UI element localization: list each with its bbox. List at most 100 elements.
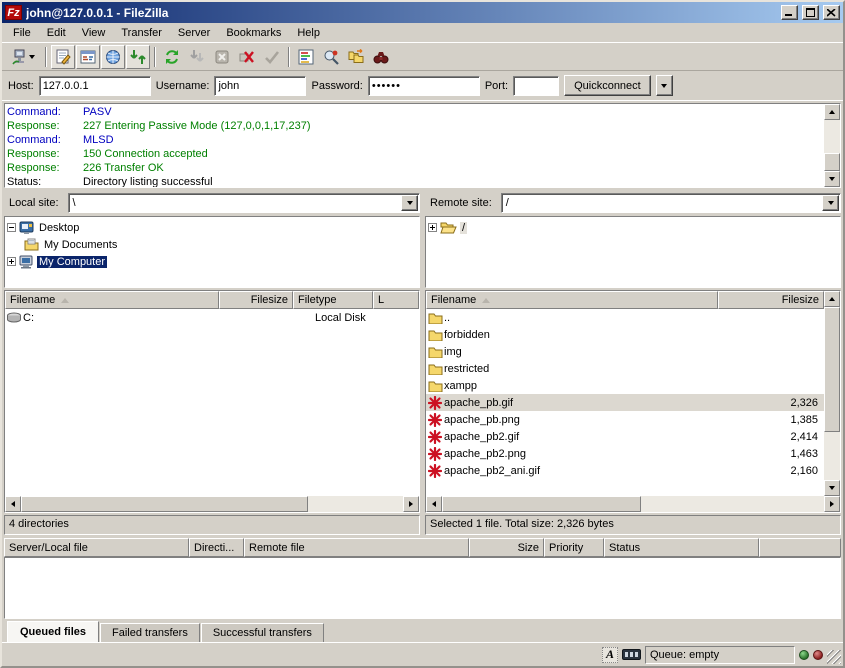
remote-column-filesize[interactable]: Filesize [718, 291, 824, 309]
expand-icon[interactable] [7, 257, 16, 266]
tree-label-my-documents[interactable]: My Documents [42, 239, 119, 251]
tab-successful-transfers[interactable]: Successful transfers [201, 623, 324, 642]
local-pane: Local site: \ Desktop My Documents [4, 192, 420, 535]
remote-list-body[interactable]: .. forbidden img [426, 309, 824, 496]
queue-column-direction[interactable]: Directi... [189, 538, 244, 557]
tree-label-desktop[interactable]: Desktop [37, 222, 81, 234]
tree-item-my-documents[interactable]: My Documents [7, 236, 417, 253]
tree-item-my-computer[interactable]: My Computer [7, 253, 417, 270]
scrollbar-thumb[interactable] [21, 496, 308, 512]
remote-row-apache-pb2-ani-gif[interactable]: apache_pb2_ani.gif 2,160 [426, 462, 824, 479]
scrollbar-thumb[interactable] [824, 307, 840, 432]
maximize-button[interactable] [802, 5, 819, 20]
close-button[interactable] [823, 5, 840, 20]
menu-server[interactable]: Server [171, 25, 217, 41]
filter-button[interactable] [319, 45, 343, 69]
remote-horizontal-scrollbar[interactable] [426, 496, 840, 512]
directory-listing-button[interactable] [294, 45, 318, 69]
scrollbar-thumb[interactable] [442, 496, 641, 512]
local-column-filename[interactable]: Filename [5, 291, 219, 309]
local-list-header: Filename Filesize Filetype L [5, 291, 419, 309]
menu-transfer[interactable]: Transfer [114, 25, 169, 41]
cancel-button[interactable] [210, 45, 234, 69]
remote-row-parent-dir[interactable]: .. [426, 309, 824, 326]
username-input[interactable] [214, 76, 306, 96]
menu-edit[interactable]: Edit [40, 25, 73, 41]
menu-help[interactable]: Help [290, 25, 327, 41]
remote-directory-tree[interactable]: / [425, 216, 841, 288]
queue-list-body[interactable] [4, 557, 841, 619]
remote-row-img[interactable]: img [426, 343, 824, 360]
toggle-local-tree-button[interactable] [76, 45, 100, 69]
scroll-down-icon [824, 171, 840, 187]
log-vertical-scrollbar[interactable] [824, 104, 840, 187]
toggle-message-log-button[interactable] [51, 45, 75, 69]
process-queue-button[interactable] [185, 45, 209, 69]
site-manager-button[interactable] [5, 45, 41, 69]
local-directory-tree[interactable]: Desktop My Documents My Computer [4, 216, 420, 288]
local-column-last-modified[interactable]: L [373, 291, 419, 309]
queue-column-priority[interactable]: Priority [544, 538, 604, 557]
local-horizontal-scrollbar[interactable] [5, 496, 419, 512]
scrollbar-thumb[interactable] [824, 153, 840, 171]
tab-failed-transfers[interactable]: Failed transfers [100, 623, 200, 642]
toggle-remote-tree-button[interactable] [101, 45, 125, 69]
password-input[interactable] [368, 76, 480, 96]
resize-grip[interactable] [827, 650, 841, 664]
menu-file[interactable]: File [6, 25, 38, 41]
message-log-lines[interactable]: Command:PASV Response:227 Entering Passi… [5, 104, 824, 187]
remote-row-apache-pb2-gif[interactable]: apache_pb2.gif 2,414 [426, 428, 824, 445]
remote-row-apache-pb-gif[interactable]: apache_pb.gif 2,326 [426, 394, 824, 411]
remote-row-forbidden[interactable]: forbidden [426, 326, 824, 343]
desktop-icon [19, 221, 34, 235]
quickconnect-dropdown-button[interactable] [656, 75, 673, 96]
local-column-filesize[interactable]: Filesize [219, 291, 293, 309]
minimize-button[interactable] [781, 5, 798, 20]
expand-icon[interactable] [428, 223, 437, 232]
ascii-data-type-icon: A [602, 647, 618, 663]
refresh-button[interactable] [160, 45, 184, 69]
host-input[interactable] [39, 76, 151, 96]
toolbar-separator [288, 47, 290, 67]
apply-button[interactable] [260, 45, 284, 69]
local-list-body[interactable]: C: Local Disk [5, 309, 419, 496]
apply-check-icon [264, 49, 280, 65]
local-column-filetype[interactable]: Filetype [293, 291, 373, 309]
directory-comparison-button[interactable] [344, 45, 368, 69]
remote-row-apache-pb2-png[interactable]: apache_pb2.png 1,463 [426, 445, 824, 462]
remote-row-apache-pb-png[interactable]: apache_pb.png 1,385 [426, 411, 824, 428]
toolbar-separator [45, 47, 47, 67]
toggle-transfer-queue-button[interactable] [126, 45, 150, 69]
directory-comparison-icon [348, 49, 364, 65]
queue-column-status[interactable]: Status [604, 538, 759, 557]
local-site-combobox[interactable]: \ [68, 193, 420, 213]
remote-row-restricted[interactable]: restricted [426, 360, 824, 377]
tree-label-root[interactable]: / [460, 222, 467, 234]
log-line: Response:226 Transfer OK [7, 161, 822, 175]
tab-queued-files[interactable]: Queued files [7, 621, 99, 642]
tree-item-desktop[interactable]: Desktop [7, 219, 417, 236]
activity-led-green-icon [799, 650, 809, 660]
tree-item-root[interactable]: / [428, 219, 838, 236]
remote-site-dropdown-button[interactable] [822, 195, 839, 211]
menu-bookmarks[interactable]: Bookmarks [219, 25, 288, 41]
queue-column-server-local-file[interactable]: Server/Local file [4, 538, 189, 557]
remote-column-filename[interactable]: Filename [426, 291, 718, 309]
local-row-c-drive[interactable]: C: Local Disk [5, 309, 419, 326]
folder-icon [428, 380, 443, 392]
collapse-icon[interactable] [7, 223, 16, 232]
remote-row-xampp[interactable]: xampp [426, 377, 824, 394]
remote-vertical-scrollbar[interactable] [824, 291, 840, 496]
find-button[interactable] [369, 45, 393, 69]
port-input[interactable] [513, 76, 559, 96]
queue-column-size[interactable]: Size [469, 538, 544, 557]
queue-column-remote-file[interactable]: Remote file [244, 538, 469, 557]
remote-site-combobox[interactable]: / [501, 193, 841, 213]
title-bar[interactable]: Fz john@127.0.0.1 - FileZilla [2, 2, 843, 23]
menu-view[interactable]: View [75, 25, 113, 41]
quickconnect-button[interactable]: Quickconnect [564, 75, 651, 96]
tree-label-my-computer[interactable]: My Computer [37, 256, 107, 268]
image-file-icon [428, 396, 442, 410]
disconnect-button[interactable] [235, 45, 259, 69]
local-site-dropdown-button[interactable] [401, 195, 418, 211]
